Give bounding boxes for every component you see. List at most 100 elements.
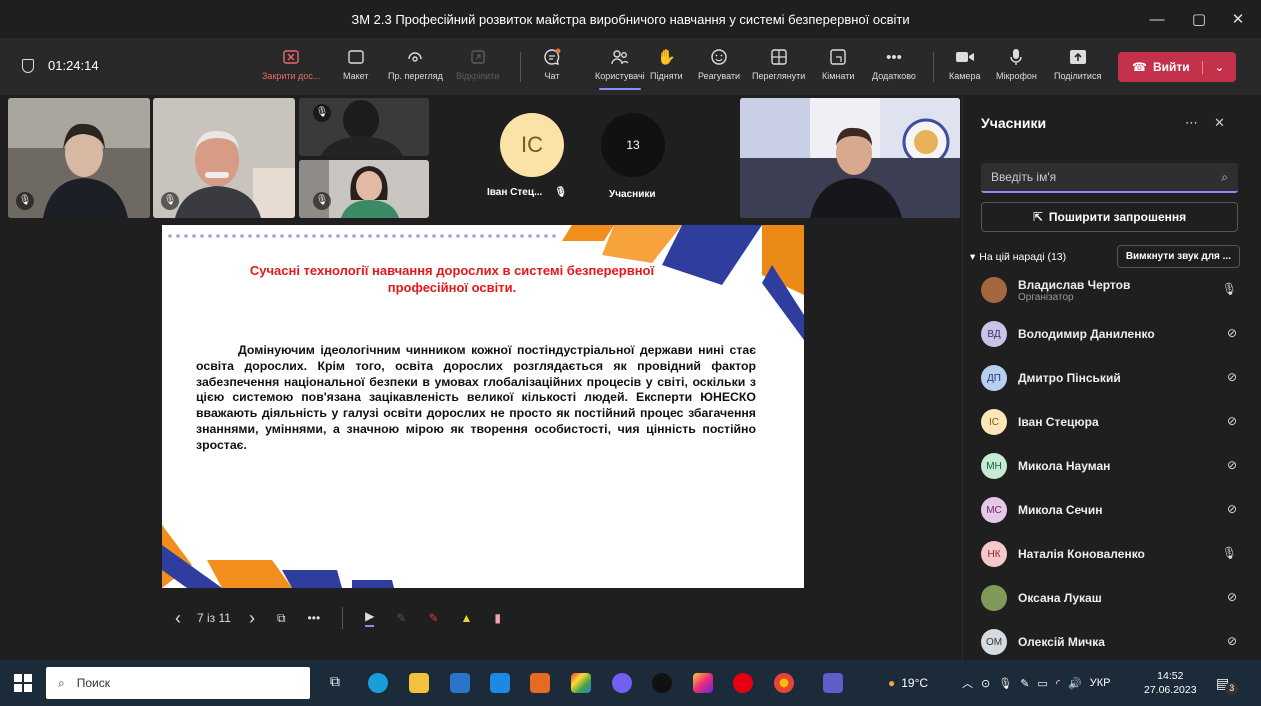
more-label: Додатково bbox=[872, 71, 916, 81]
teams-icon[interactable] bbox=[823, 673, 843, 693]
previous-slide-icon[interactable]: ‹ bbox=[175, 608, 181, 629]
weather-temp: 19°C bbox=[901, 676, 929, 690]
volume-icon[interactable]: 🔊 bbox=[1068, 677, 1082, 690]
store-icon[interactable] bbox=[450, 673, 470, 693]
battery-icon[interactable]: ▭ bbox=[1037, 677, 1047, 690]
app-icon[interactable] bbox=[530, 673, 550, 693]
leave-button[interactable]: ☎ Вийти ⌄ bbox=[1118, 52, 1236, 82]
pen-icon[interactable]: ✎ bbox=[1020, 677, 1029, 690]
shield-icon bbox=[22, 58, 34, 73]
clock-date: 27.06.2023 bbox=[1144, 684, 1197, 696]
layout-label: Макет bbox=[343, 71, 369, 81]
mic-icon[interactable]: 🎙 bbox=[998, 677, 1012, 690]
slide-controls-divider bbox=[342, 607, 344, 629]
more-options-icon[interactable]: ••• bbox=[308, 611, 321, 625]
edge-icon[interactable] bbox=[368, 673, 388, 693]
layout-button[interactable]: Макет bbox=[343, 46, 368, 81]
pen-red-icon[interactable]: ✎ bbox=[428, 611, 438, 625]
share-invite-button[interactable]: ⇱ Поширити запрошення bbox=[981, 202, 1238, 232]
raise-hand-button[interactable]: ✋ Підняти bbox=[650, 46, 683, 81]
hand-icon: ✋ bbox=[657, 49, 676, 66]
participant-role: Організатор bbox=[1018, 291, 1074, 303]
pointer-icon[interactable]: ▶ bbox=[365, 609, 375, 627]
microphone-button[interactable]: Мікрофон bbox=[996, 46, 1037, 81]
participant-item[interactable]: ОМ Олексій Мичка ⊘ bbox=[981, 627, 1241, 657]
react-button[interactable]: Реагувати bbox=[698, 46, 740, 81]
close-button[interactable]: ✕ bbox=[1218, 10, 1258, 28]
share-label: Поділитися bbox=[1054, 71, 1102, 81]
participant-item[interactable]: МН Микола Науман ⊘ bbox=[981, 451, 1241, 481]
windows-start-icon[interactable] bbox=[14, 674, 32, 692]
view-button[interactable]: Переглянути bbox=[752, 46, 805, 81]
highlighter-icon[interactable]: ▲ bbox=[461, 611, 473, 625]
participant-item[interactable]: Оксана Лукаш ⊘ bbox=[981, 583, 1241, 613]
taskbar-search-input[interactable]: ⌕ Поиск bbox=[46, 667, 310, 699]
unpin-button[interactable]: Відкріпити bbox=[456, 46, 499, 81]
maximize-button[interactable]: ▢ bbox=[1180, 10, 1218, 28]
leave-main[interactable]: ☎ Вийти bbox=[1118, 60, 1202, 74]
preview-button[interactable]: Пр. перегляд bbox=[388, 46, 443, 81]
opera-icon[interactable] bbox=[733, 673, 753, 693]
presenter-video[interactable] bbox=[740, 98, 960, 218]
triangle-down-icon: ▾ bbox=[970, 250, 976, 263]
participant-item[interactable]: НК Наталія Коноваленко 🎙 bbox=[981, 539, 1241, 569]
participant-name: Іван Стецюра bbox=[1018, 415, 1099, 429]
language-indicator[interactable]: УКР bbox=[1090, 677, 1111, 689]
file-explorer-icon[interactable] bbox=[409, 673, 429, 693]
eraser-icon[interactable]: ▮ bbox=[494, 611, 501, 625]
rooms-button[interactable]: Кімнати bbox=[822, 46, 854, 81]
chevron-up-icon[interactable]: ︿ bbox=[962, 675, 973, 691]
eye-icon bbox=[404, 46, 426, 68]
wifi-icon[interactable]: ◜ bbox=[1056, 677, 1060, 690]
network-icon[interactable]: ⊙ bbox=[981, 677, 990, 690]
participant-item[interactable]: МС Микола Сечин ⊘ bbox=[981, 495, 1241, 525]
participant-item[interactable]: Владислав Чертов Організатор 🎙 bbox=[981, 275, 1241, 305]
camera-button[interactable]: Камера bbox=[949, 46, 980, 81]
stop-sharing-button[interactable]: Закрити дос... bbox=[262, 46, 320, 81]
video-tile[interactable]: 🎙 bbox=[8, 98, 150, 218]
layout-icon bbox=[345, 46, 367, 68]
share-link-icon: ⇱ bbox=[1032, 210, 1043, 224]
video-tile[interactable]: 🎙 bbox=[299, 160, 429, 218]
chat-button[interactable]: Чат bbox=[541, 46, 563, 81]
shared-slide: Сучасні технології навчання дорослих в с… bbox=[162, 225, 804, 588]
chrome-icon[interactable] bbox=[774, 673, 794, 693]
participant-item[interactable]: ВД Володимир Даниленко ⊘ bbox=[981, 319, 1241, 349]
viber-icon[interactable] bbox=[612, 673, 632, 693]
photos-icon[interactable] bbox=[571, 673, 591, 693]
task-view-icon[interactable]: ⧉ bbox=[330, 673, 350, 693]
mail-icon[interactable] bbox=[490, 673, 510, 693]
section-toggle[interactable]: ▾ На цій нараді (13) bbox=[970, 251, 1066, 263]
instagram-icon[interactable] bbox=[693, 673, 713, 693]
participant-item[interactable]: ІС Іван Стецюра ⊘ bbox=[981, 407, 1241, 437]
video-tile[interactable]: 🎙 bbox=[153, 98, 295, 218]
clock[interactable]: 14:52 27.06.2023 bbox=[1144, 660, 1197, 706]
search-placeholder: Введіть ім'я bbox=[991, 170, 1057, 184]
participant-count: 13 bbox=[626, 138, 640, 152]
minimize-button[interactable]: — bbox=[1134, 11, 1180, 28]
close-icon[interactable]: ✕ bbox=[1214, 115, 1225, 131]
more-participants-bubble[interactable]: 13 bbox=[601, 113, 665, 177]
chevron-down-icon[interactable]: ⌄ bbox=[1202, 60, 1236, 74]
toolbar-divider-2 bbox=[933, 52, 934, 82]
next-slide-icon[interactable]: › bbox=[249, 608, 255, 629]
weather-widget[interactable]: ● 19°C bbox=[888, 660, 928, 706]
clock-time: 14:52 bbox=[1157, 670, 1184, 682]
people-button[interactable]: Користувачі bbox=[595, 46, 645, 90]
rooms-icon bbox=[827, 46, 849, 68]
tiktok-icon[interactable] bbox=[652, 673, 672, 693]
notifications-button[interactable]: ▤ 3 bbox=[1216, 660, 1239, 706]
participant-avatar[interactable]: ІС bbox=[500, 113, 564, 177]
mute-all-button[interactable]: Вимкнути звук для ... bbox=[1116, 245, 1240, 268]
pen-dark-icon[interactable]: ✎ bbox=[396, 611, 406, 625]
slides-grid-icon[interactable]: ⧉ bbox=[277, 611, 286, 626]
participant-item[interactable]: ДП Дмитро Пінський ⊘ bbox=[981, 363, 1241, 393]
video-tile[interactable]: 🎙 bbox=[299, 98, 429, 156]
participant-search-input[interactable]: Введіть ім'я ⌕ bbox=[981, 163, 1238, 193]
phone-hangup-icon: ☎ bbox=[1132, 60, 1147, 74]
participant-avatar: НК bbox=[981, 541, 1007, 567]
share-button[interactable]: Поділитися bbox=[1054, 46, 1101, 81]
avatar-name: Іван Стец... bbox=[487, 187, 543, 198]
more-icon[interactable]: ⋯ bbox=[1185, 115, 1198, 131]
more-button[interactable]: ••• Додатково bbox=[872, 46, 916, 82]
